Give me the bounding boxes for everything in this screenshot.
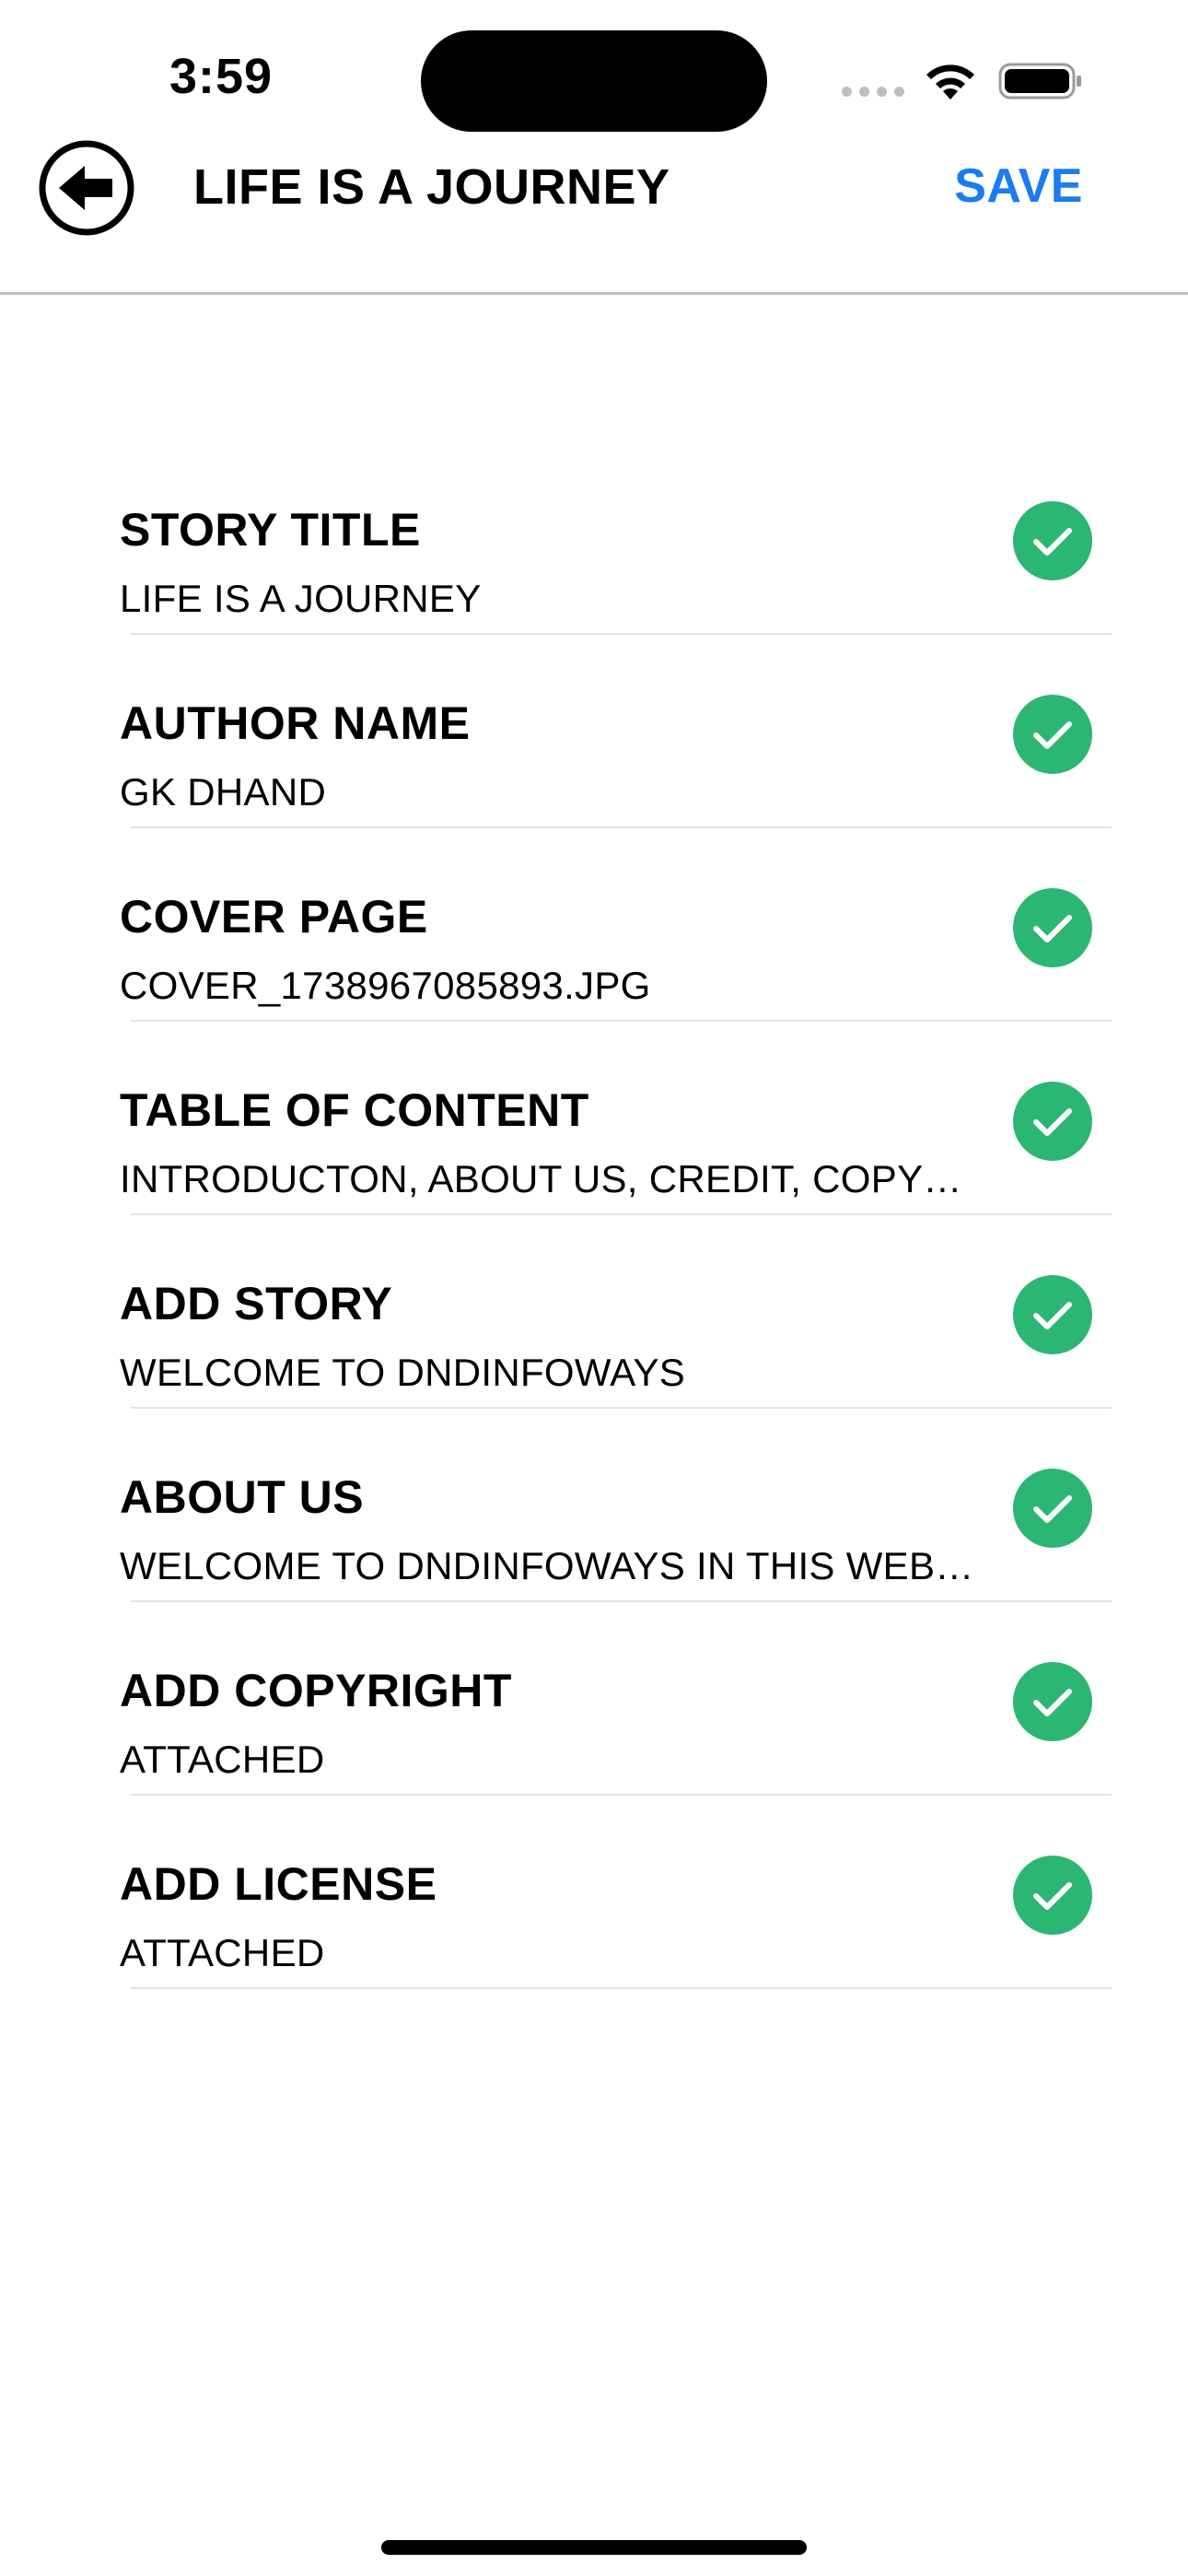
item-title: ADD COPYRIGHT [120, 1665, 512, 1716]
status-time: 3:59 [169, 49, 274, 104]
item-value: INTRODUCTON, ABOUT US, CREDIT, COPY… [120, 1157, 962, 1200]
list-item-table-of-content[interactable]: TABLE OF CONTENT INTRODUCTON, ABOUT US, … [0, 1069, 1188, 1262]
list-item-cover-page[interactable]: COVER PAGE COVER_1738967085893.JPG [0, 875, 1188, 1069]
list-item-add-license[interactable]: ADD LICENSE ATTACHED [0, 1843, 1188, 2036]
item-value: LIFE IS A JOURNEY [120, 577, 482, 620]
home-indicator[interactable] [381, 2540, 807, 2555]
item-title: ADD LICENSE [120, 1858, 437, 1910]
item-title: AUTHOR NAME [120, 697, 471, 749]
dynamic-island [421, 30, 767, 132]
item-value: GK DHAND [120, 770, 327, 814]
back-arrow-circle-icon [39, 140, 134, 236]
battery-icon [998, 63, 1081, 100]
navigation-bar: LIFE IS A JOURNEY SAVE [0, 138, 1188, 295]
list-item-add-story[interactable]: ADD STORY WELCOME TO DNDINFOWAYS [0, 1262, 1188, 1456]
signal-dots-icon [842, 87, 904, 98]
list-item-add-copyright[interactable]: ADD COPYRIGHT ATTACHED [0, 1649, 1188, 1843]
item-value: COVER_1738967085893.JPG [120, 964, 651, 1007]
check-circle-icon [1013, 888, 1092, 967]
check-circle-icon [1013, 1082, 1092, 1161]
divider [131, 1407, 1112, 1409]
check-circle-icon [1013, 501, 1092, 580]
divider [131, 1213, 1112, 1215]
divider [131, 633, 1112, 635]
item-value: WELCOME TO DNDINFOWAYS IN THIS WEBS… [120, 1544, 976, 1587]
divider [131, 826, 1112, 828]
check-circle-icon [1013, 1275, 1092, 1354]
wifi-icon [926, 64, 974, 100]
back-button[interactable] [37, 138, 136, 238]
divider [131, 1600, 1112, 1602]
item-title: TABLE OF CONTENT [120, 1084, 589, 1136]
item-title: ADD STORY [120, 1278, 393, 1329]
check-circle-icon [1013, 1856, 1092, 1935]
story-checklist: STORY TITLE LIFE IS A JOURNEY AUTHOR NAM… [0, 488, 1188, 2036]
divider [131, 1987, 1112, 1989]
divider [131, 1020, 1112, 1022]
item-value: WELCOME TO DNDINFOWAYS [120, 1351, 686, 1394]
item-value: ATTACHED [120, 1931, 325, 1974]
item-title: STORY TITLE [120, 504, 421, 556]
item-title: ABOUT US [120, 1471, 365, 1523]
divider [131, 1794, 1112, 1796]
list-item-author-name[interactable]: AUTHOR NAME GK DHAND [0, 682, 1188, 875]
list-item-story-title[interactable]: STORY TITLE LIFE IS A JOURNEY [0, 488, 1188, 682]
check-circle-icon [1013, 695, 1092, 774]
check-circle-icon [1013, 1469, 1092, 1548]
check-circle-icon [1013, 1662, 1092, 1741]
save-button[interactable]: SAVE [954, 158, 1083, 214]
screen: 3:59 LIFE IS A JOURNEY SAVE STORY TITLE … [0, 0, 1188, 2576]
item-value: ATTACHED [120, 1738, 325, 1781]
status-bar: 3:59 [0, 0, 1188, 138]
list-item-about-us[interactable]: ABOUT US WELCOME TO DNDINFOWAYS IN THIS … [0, 1456, 1188, 1649]
page-title: LIFE IS A JOURNEY [193, 159, 670, 215]
item-title: COVER PAGE [120, 891, 428, 943]
